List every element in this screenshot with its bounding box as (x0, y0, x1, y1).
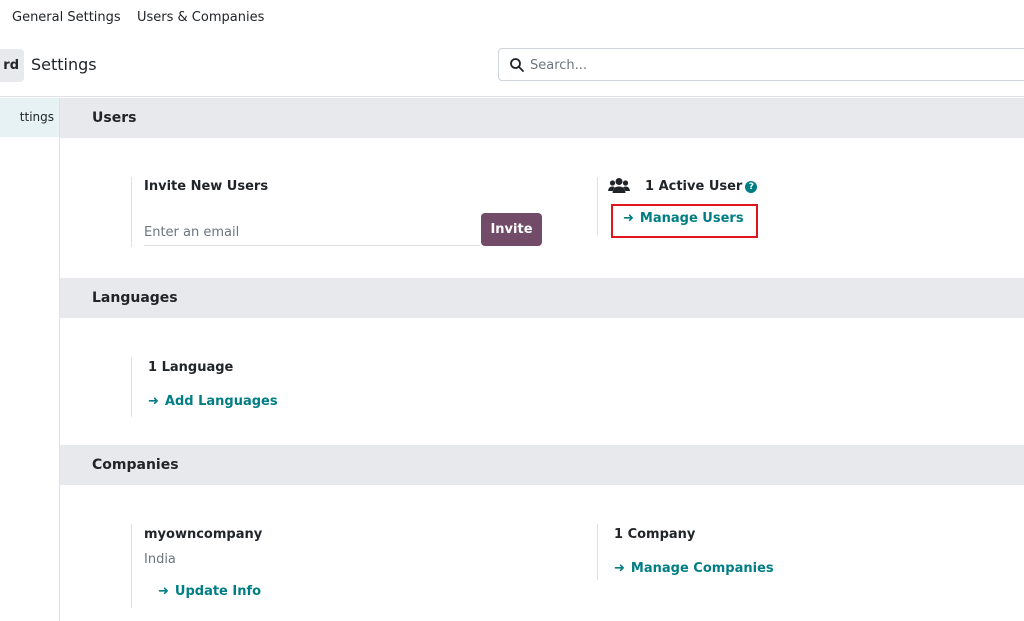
divider (597, 177, 598, 235)
settings-sidebar: ttings (0, 98, 60, 621)
page-title: Settings (31, 55, 97, 74)
section-title-users: Users (92, 110, 137, 126)
add-languages-link[interactable]: ➜ Add Languages (148, 394, 278, 409)
help-icon[interactable]: ? (745, 181, 758, 193)
section-header-companies: Companies (60, 445, 1024, 485)
arrow-right-icon: ➜ (614, 561, 625, 576)
divider (131, 177, 132, 247)
invite-button[interactable]: Invite (481, 213, 542, 246)
update-info-link[interactable]: ➜ Update Info (158, 584, 261, 599)
nav-users-companies[interactable]: Users & Companies (137, 10, 264, 25)
top-nav: General Settings Users & Companies (0, 0, 1024, 36)
arrow-right-icon: ➜ (158, 584, 169, 599)
search-input[interactable] (530, 55, 1010, 75)
company-count: 1 Company (614, 527, 696, 542)
manage-companies-label: Manage Companies (630, 561, 774, 576)
update-info-label: Update Info (174, 584, 262, 599)
divider (597, 524, 598, 580)
company-country: India (144, 552, 176, 567)
control-bar: rd Settings (0, 36, 1024, 97)
active-users-label: 1 Active User (645, 179, 743, 194)
section-header-users: Users (60, 98, 1024, 138)
dashboard-button[interactable]: rd (0, 49, 24, 82)
company-name: myowncompany (144, 527, 263, 542)
sidebar-item-general-settings[interactable]: ttings (0, 98, 59, 137)
language-count: 1 Language (148, 360, 234, 375)
invite-users-title: Invite New Users (144, 179, 269, 194)
manage-companies-link[interactable]: ➜ Manage Companies (614, 561, 774, 576)
add-languages-label: Add Languages (164, 394, 278, 409)
users-icon (608, 178, 630, 193)
divider (131, 524, 132, 608)
search-box[interactable] (498, 48, 1024, 81)
email-field[interactable] (144, 220, 480, 246)
nav-general-settings[interactable]: General Settings (12, 10, 121, 25)
active-users-count: 1 Active User? (645, 179, 758, 194)
arrow-right-icon: ➜ (148, 394, 159, 409)
divider (131, 357, 132, 417)
section-header-languages: Languages (60, 278, 1024, 318)
section-title-languages: Languages (92, 290, 178, 306)
section-title-companies: Companies (92, 457, 179, 473)
highlight-annotation (611, 204, 758, 238)
search-icon (510, 58, 524, 72)
